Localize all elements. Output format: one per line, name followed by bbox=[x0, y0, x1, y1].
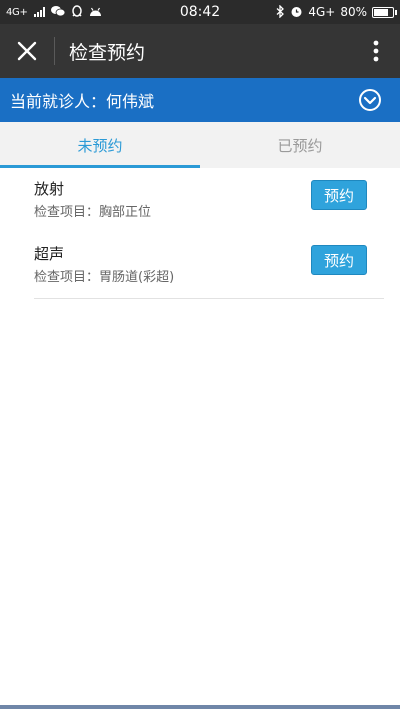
exam-item-detail: 检查项目：胃肠道(彩超) bbox=[34, 270, 175, 285]
list-divider bbox=[34, 298, 384, 299]
appointment-tabs: 未预约 已预约 bbox=[0, 122, 400, 168]
exam-list: 放射 检查项目：胸部正位 预约 超声 检查项目：胃肠道(彩超) 预约 bbox=[34, 168, 384, 299]
current-patient-bar[interactable]: 当前就诊人： 何伟斌 bbox=[0, 78, 400, 122]
battery-icon bbox=[372, 6, 397, 18]
network-type-right: 4G+ bbox=[308, 5, 336, 19]
bluetooth-icon bbox=[276, 3, 285, 20]
chevron-down-circle-icon[interactable] bbox=[358, 88, 382, 112]
android-icon bbox=[89, 6, 102, 19]
list-item: 放射 检查项目：胸部正位 预约 bbox=[34, 168, 384, 233]
current-patient-label: 当前就诊人： bbox=[10, 92, 107, 111]
close-icon bbox=[17, 41, 37, 61]
exam-category: 超声 bbox=[34, 245, 65, 263]
book-button[interactable]: 预约 bbox=[311, 180, 367, 210]
alarm-icon bbox=[290, 5, 303, 20]
page-title: 检查预约 bbox=[69, 41, 146, 64]
tab-booked[interactable]: 已预约 bbox=[200, 122, 400, 168]
tab-unbooked[interactable]: 未预约 bbox=[0, 122, 200, 168]
status-bar: 4G+ 08:42 4G+ 80% bbox=[0, 0, 400, 24]
network-type-left: 4G+ bbox=[6, 6, 28, 18]
bottom-edge bbox=[0, 705, 400, 709]
current-patient-name: 何伟斌 bbox=[106, 92, 155, 111]
more-options-button[interactable] bbox=[352, 24, 400, 78]
exam-category: 放射 bbox=[34, 180, 65, 198]
status-right: 4G+ 80% bbox=[276, 3, 397, 20]
exam-item-detail: 检查项目：胸部正位 bbox=[34, 205, 152, 220]
title-bar: 检查预约 bbox=[0, 24, 400, 78]
more-vertical-icon bbox=[373, 40, 379, 62]
close-button[interactable] bbox=[0, 24, 54, 78]
title-divider bbox=[54, 37, 55, 65]
signal-icon bbox=[33, 7, 45, 17]
wechat-icon bbox=[50, 5, 65, 19]
battery-fill bbox=[374, 8, 388, 16]
status-left: 4G+ bbox=[6, 4, 156, 20]
list-item: 超声 检查项目：胃肠道(彩超) 预约 bbox=[34, 233, 384, 298]
battery-percent: 80% bbox=[340, 5, 367, 19]
book-button[interactable]: 预约 bbox=[311, 245, 367, 275]
qq-icon bbox=[71, 4, 83, 20]
